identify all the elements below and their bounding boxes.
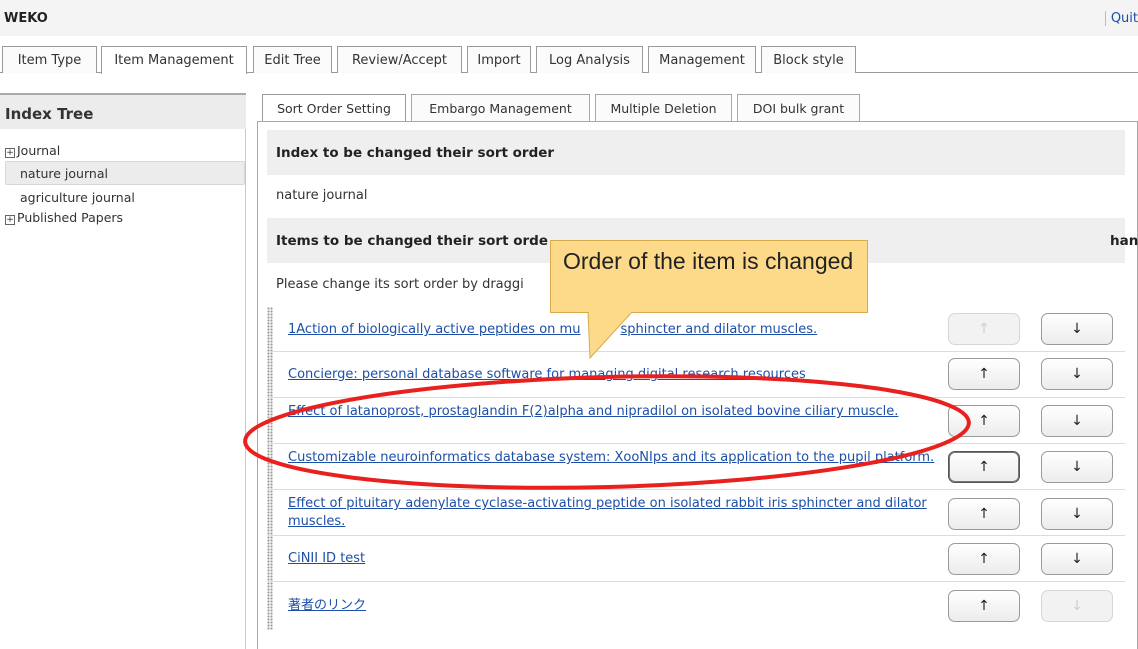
tree-item-published-papers[interactable]: + Published Papers [5,210,123,225]
move-up-button[interactable]: ↑ [948,451,1020,483]
callout-tail [587,312,633,360]
drag-handle[interactable] [267,536,273,581]
tree-item-label: Published Papers [17,210,124,225]
drag-handle[interactable] [267,398,273,443]
index-value: nature journal [276,188,368,203]
drag-handle[interactable] [267,490,273,535]
move-down-button[interactable]: ↓ [1041,543,1113,575]
move-down-button[interactable]: ↓ [1041,590,1113,622]
tab-edit-tree[interactable]: Edit Tree [253,46,332,73]
move-down-button[interactable]: ↓ [1041,358,1113,390]
tab-item-type[interactable]: Item Type [2,46,97,73]
drag-handle[interactable] [267,307,273,351]
sortable-row[interactable]: Effect of pituitary adenylate cyclase-ac… [267,490,1125,536]
sortable-row[interactable]: Concierge: personal database software fo… [267,352,1125,398]
expand-icon[interactable]: + [5,215,15,225]
move-down-button[interactable]: ↓ [1041,451,1113,483]
index-tree-header: Index Tree [0,93,246,129]
move-down-button[interactable]: ↓ [1041,498,1113,530]
move-down-button[interactable]: ↓ [1041,313,1113,345]
item-title-link[interactable]: Concierge: personal database software fo… [288,366,938,384]
sortable-row[interactable]: Customizable neuroinformatics database s… [267,444,1125,490]
tree-item-nature-journal[interactable]: nature journal [20,166,108,181]
tree-item-agriculture-journal[interactable]: agriculture journal [20,190,135,205]
tab-block-style[interactable]: Block style [761,46,856,73]
quit-link[interactable]: Quit [1104,11,1138,26]
sortable-row[interactable]: Effect of latanoprost, prostaglandin F(2… [267,398,1125,444]
item-title-link[interactable]: Effect of pituitary adenylate cyclase-ac… [288,495,938,531]
item-title-link[interactable]: 1Action of biologically active peptides … [288,321,817,339]
subtab-embargo-management[interactable]: Embargo Management [411,94,590,122]
sortable-row[interactable]: CiNII ID test ↑ ↓ [267,536,1125,582]
item-title-link[interactable]: Effect of latanoprost, prostaglandin F(2… [288,403,938,421]
index-tree-title: Index Tree [5,105,94,123]
drag-handle[interactable] [267,352,273,397]
main-tab-bar: Item Type Item Management Edit Tree Revi… [0,46,1138,74]
drag-instruction: Please change its sort order by draggi [276,277,524,292]
item-title-link[interactable]: Customizable neuroinformatics database s… [288,449,938,467]
move-up-button[interactable]: ↑ [948,498,1020,530]
tab-import[interactable]: Import [467,46,531,73]
move-up-button[interactable]: ↑ [948,590,1020,622]
items-section-title-end: hanged) [1110,232,1138,249]
annotation-callout: Order of the item is changed [550,240,868,313]
tab-item-management[interactable]: Item Management [101,46,247,74]
tab-log-analysis[interactable]: Log Analysis [536,46,643,73]
drag-handle[interactable] [267,582,273,630]
sortable-item-list: 1Action of biologically active peptides … [267,307,1125,630]
move-up-button[interactable]: ↑ [948,543,1020,575]
tab-management[interactable]: Management [648,46,756,73]
subtab-doi-bulk-grant[interactable]: DOI bulk grant [737,94,860,122]
sortable-row[interactable]: 1Action of biologically active peptides … [267,307,1125,352]
tree-item-journal[interactable]: + Journal [5,143,60,158]
app-title: WEKO [4,11,48,26]
item-title-link[interactable]: 著者のリンク [288,597,938,615]
drag-handle[interactable] [267,444,273,489]
index-section-header: Index to be changed their sort order [267,130,1125,175]
subtab-sort-order-setting[interactable]: Sort Order Setting [262,94,406,122]
items-section-title-start: Items to be changed their sort orde [276,232,548,249]
subtab-multiple-deletion[interactable]: Multiple Deletion [595,94,732,122]
tree-item-label: Journal [17,143,61,158]
top-bar: WEKO Quit [0,0,1138,36]
move-up-button[interactable]: ↑ [948,313,1020,345]
index-tree-panel: Index Tree + Journal nature journal agric… [0,93,246,649]
item-title-link[interactable]: CiNII ID test [288,550,938,568]
tab-review-accept[interactable]: Review/Accept [337,46,462,73]
move-down-button[interactable]: ↓ [1041,405,1113,437]
move-up-button[interactable]: ↑ [948,358,1020,390]
sortable-row[interactable]: 著者のリンク ↑ ↓ [267,582,1125,630]
move-up-button[interactable]: ↑ [948,405,1020,437]
expand-icon[interactable]: + [5,148,15,158]
